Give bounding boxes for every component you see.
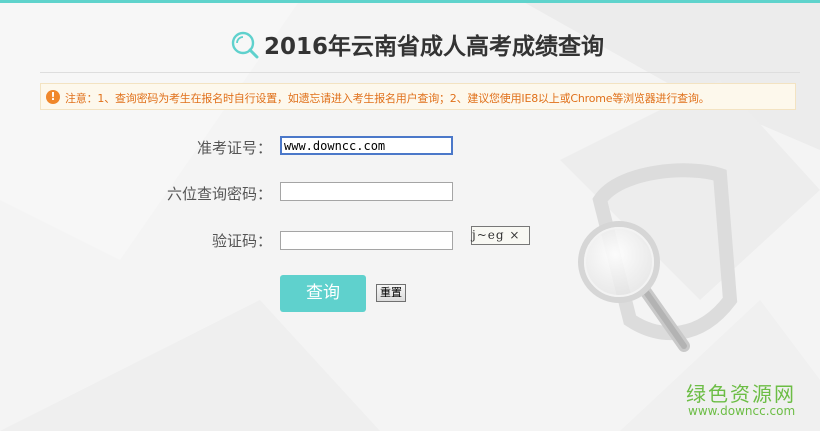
query-button[interactable]: 查询 — [280, 275, 366, 312]
top-accent-line — [0, 0, 820, 3]
watermark-title: 绿色资源网 — [686, 382, 796, 406]
background-decoration — [0, 0, 820, 431]
watermark-url: www.downcc.com — [688, 404, 796, 418]
page-header: 2016年云南省成人高考成绩查询 — [0, 26, 820, 62]
exam-number-label: 准考证号： — [196, 139, 272, 157]
password-input[interactable] — [280, 182, 453, 201]
exclamation-icon: ! — [46, 90, 60, 104]
password-label: 六位查询密码： — [166, 185, 272, 203]
exam-number-input[interactable] — [280, 136, 453, 155]
search-icon — [231, 31, 259, 59]
notice-text: 注意：1、查询密码为考生在报名时自行设置，如遗忘请进入考生报名用户查询；2、建议… — [65, 92, 710, 105]
captcha-label: 验证码： — [211, 232, 272, 250]
captcha-image-text: j~eg × — [472, 228, 521, 242]
captcha-input[interactable] — [280, 231, 453, 250]
captcha-image[interactable]: j~eg × — [471, 226, 530, 245]
magnifier-illustration — [578, 221, 690, 352]
notice-banner: ! 注意：1、查询密码为考生在报名时自行设置，如遗忘请进入考生报名用户查询；2、… — [40, 83, 796, 110]
reset-button[interactable]: 重置 — [376, 284, 406, 302]
header-divider — [40, 72, 800, 73]
page-title: 2016年云南省成人高考成绩查询 — [264, 34, 605, 60]
